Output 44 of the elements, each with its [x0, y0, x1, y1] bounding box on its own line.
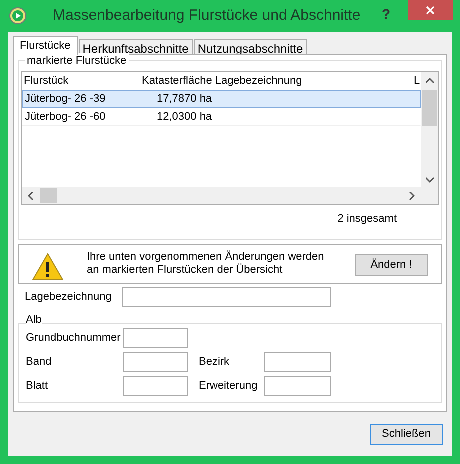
- table-row[interactable]: Jüterbog- 26 -60 12,0300 ha: [22, 108, 421, 126]
- column-header[interactable]: Lagebezeichnung: [215, 72, 302, 90]
- input-field[interactable]: [123, 376, 188, 396]
- location-field[interactable]: [122, 287, 331, 307]
- tab[interactable]: Flurstücke: [13, 36, 78, 55]
- scroll-thumb[interactable]: [422, 90, 437, 126]
- tab[interactable]: Nutzungsabschnitte: [194, 39, 308, 55]
- window-title: Massenbearbeitung Flurstücke und Abschnitte: [53, 6, 361, 26]
- warning-icon: [32, 253, 64, 281]
- input-field[interactable]: [123, 328, 188, 348]
- warning-text: Ihre unten vorgenommenen Änderungen werden an markierten Flurstücken der Übersicht: [87, 251, 326, 277]
- help-button[interactable]: ?: [382, 4, 391, 25]
- field-label: Erweiterung: [199, 378, 259, 394]
- input-field[interactable]: [264, 376, 331, 396]
- app-logo-icon: [9, 7, 27, 25]
- column-header[interactable]: Flurstück: [22, 72, 142, 90]
- field-label: Band: [25, 354, 53, 370]
- table-row[interactable]: Jüterbog- 26 -39 17,7870 ha: [22, 90, 421, 108]
- scroll-up-icon: [426, 78, 434, 84]
- scroll-right-icon: [409, 192, 415, 200]
- table-cell-text: 17,7870 ha: [157, 92, 214, 107]
- tab[interactable]: Herkunftsabschnitte: [78, 39, 193, 55]
- vertical-scrollbar[interactable]: [421, 72, 438, 204]
- input-field[interactable]: [264, 352, 331, 372]
- apply-button[interactable]: Ändern !: [355, 254, 428, 276]
- scroll-down-icon: [426, 177, 434, 183]
- total-count: 2 insgesamt: [338, 212, 397, 227]
- field-label: Bezirk: [199, 354, 231, 370]
- scroll-left-icon: [28, 192, 34, 200]
- table-cell-text: Jüterbog- 26 -60: [24, 110, 107, 125]
- field-label: Lagebezeichnung: [24, 290, 113, 305]
- table-cell-text: Jüterbog- 26 -39: [24, 92, 107, 107]
- close-icon: [426, 6, 435, 14]
- horizontal-scrollbar[interactable]: [22, 187, 421, 204]
- close-button[interactable]: [408, 0, 453, 20]
- table-cell-text: 12,0300 ha: [157, 110, 214, 125]
- close-dialog-button[interactable]: Schließen: [370, 424, 443, 444]
- column-header[interactable]: L: [414, 72, 420, 90]
- group-title: Alb: [26, 314, 42, 326]
- field-label: Grundbuchnummer: [25, 330, 122, 346]
- field-label: Blatt: [25, 378, 50, 394]
- column-header[interactable]: Katasterfläche: [142, 72, 216, 90]
- scroll-thumb[interactable]: [40, 188, 57, 203]
- input-field[interactable]: [123, 352, 188, 372]
